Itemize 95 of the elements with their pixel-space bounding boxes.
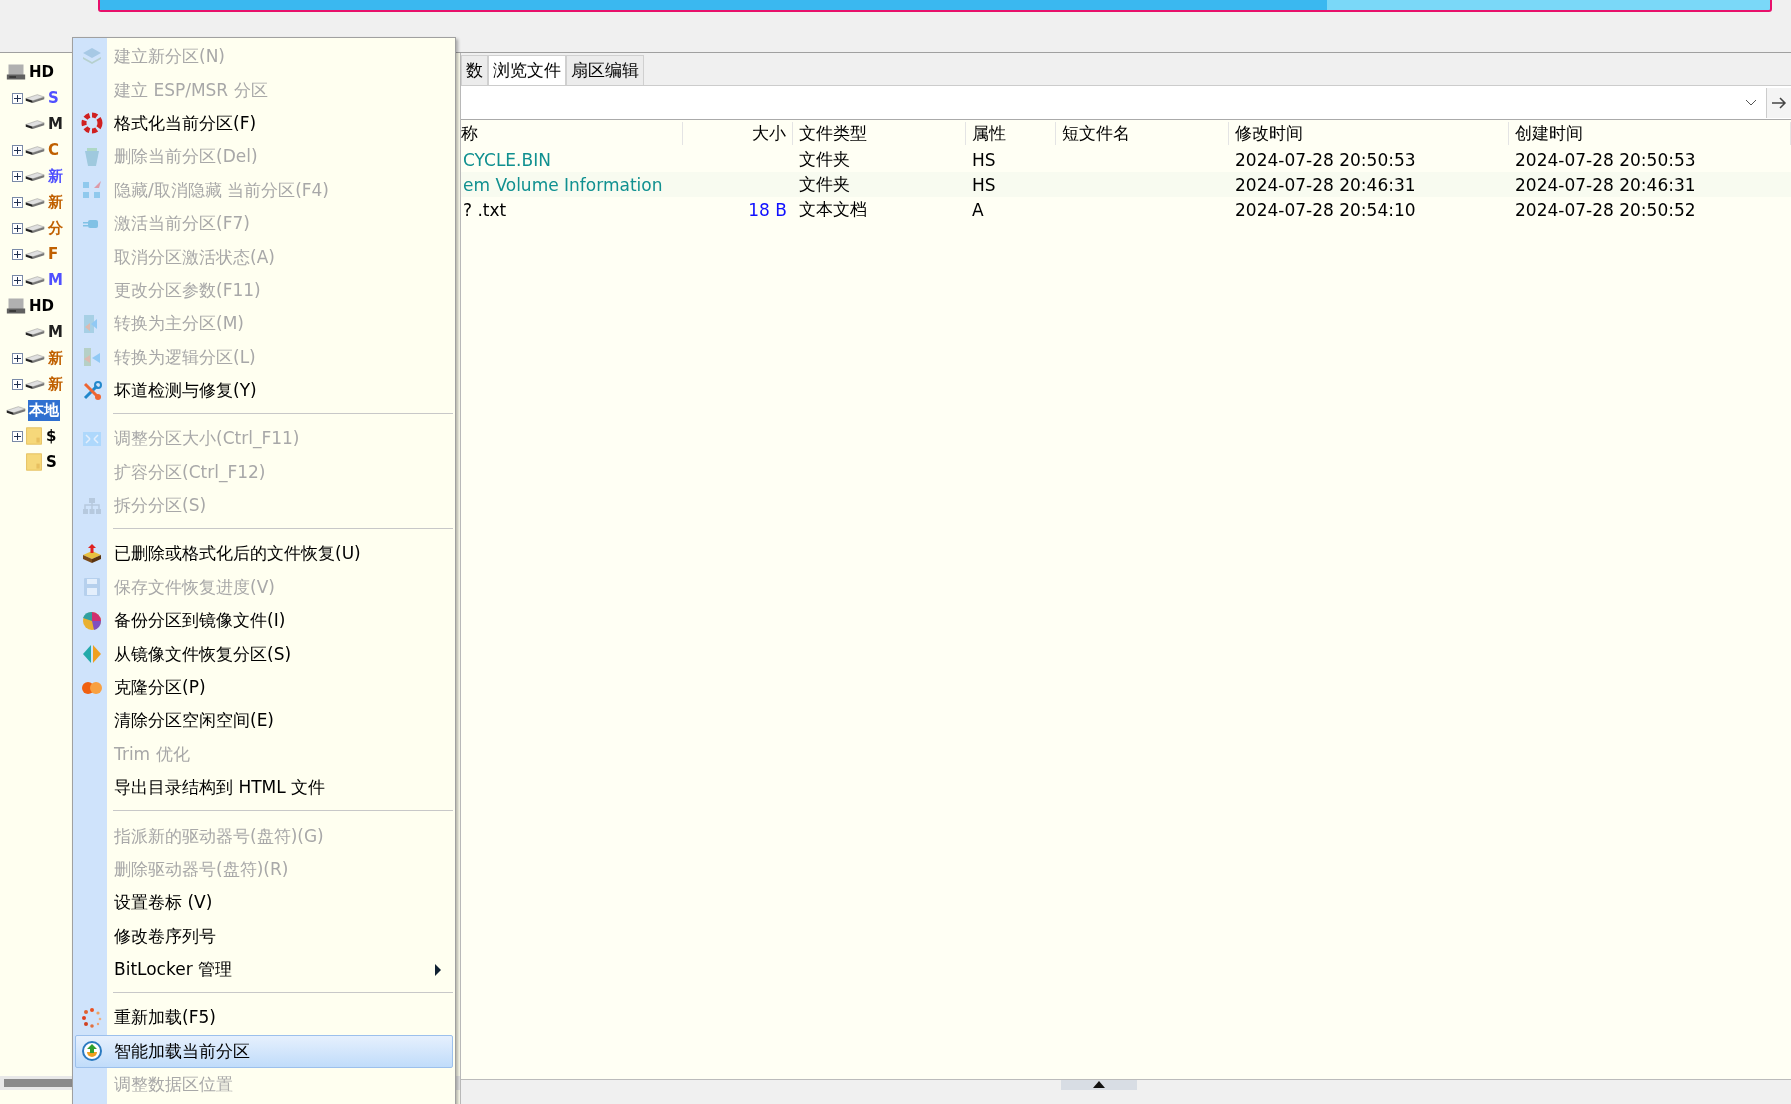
go-button[interactable] bbox=[1766, 87, 1791, 118]
load-icon bbox=[81, 1040, 103, 1063]
tree-item[interactable]: 新 bbox=[47, 347, 64, 369]
menu-item[interactable]: 导出目录结构到 HTML 文件 bbox=[75, 771, 453, 805]
column-header[interactable]: 修改时间 bbox=[1229, 122, 1509, 145]
lifebuoy-icon bbox=[81, 112, 103, 135]
table-cell-text: 文件夹 bbox=[798, 173, 851, 196]
menu-item[interactable]: 坏道检测与修复(Y) bbox=[75, 373, 453, 408]
tree-item[interactable]: M bbox=[47, 270, 64, 290]
tree-item[interactable]: 新 bbox=[47, 191, 64, 213]
expand-toggle[interactable] bbox=[12, 196, 23, 208]
tab[interactable]: 数 bbox=[461, 55, 488, 85]
column-header[interactable]: 文件类型 bbox=[793, 122, 966, 145]
drive-icon bbox=[25, 248, 45, 260]
file-name: em Volume Information bbox=[462, 174, 664, 195]
expand-toggle[interactable] bbox=[12, 378, 23, 390]
menu-item[interactable]: 设置卷标 (V) bbox=[75, 886, 453, 920]
column-header[interactable]: 大小 bbox=[683, 122, 793, 145]
drive-icon bbox=[6, 404, 26, 416]
tree-item[interactable]: HD bbox=[28, 296, 55, 316]
expand-toggle[interactable] bbox=[12, 248, 23, 260]
table-cell-text: 2024-07-28 20:46:31 bbox=[1514, 174, 1697, 195]
tree-item[interactable]: 本地 bbox=[28, 399, 60, 421]
menu-item[interactable]: 克隆分区(P) bbox=[75, 670, 453, 705]
table-cell-text: 2024-07-28 20:46:31 bbox=[1234, 174, 1417, 195]
table-cell-text: 文件夹 bbox=[798, 148, 851, 171]
menu-item[interactable]: 格式化当前分区(F) bbox=[75, 106, 453, 141]
tools-icon bbox=[81, 379, 103, 402]
drive-icon bbox=[25, 352, 45, 364]
menu-item[interactable]: 智能加载当前分区 bbox=[75, 1034, 453, 1068]
drive-icon bbox=[25, 144, 45, 156]
tree-item[interactable]: S bbox=[47, 88, 60, 108]
menu-item[interactable]: 清除分区空闲空间(E) bbox=[75, 704, 453, 738]
tree-item[interactable]: 新 bbox=[47, 165, 64, 187]
table-cell-text: 2024-07-28 20:50:53 bbox=[1234, 149, 1417, 170]
convert-icon bbox=[81, 346, 103, 369]
tree-item[interactable]: C bbox=[47, 140, 60, 160]
tree-item[interactable]: 新 bbox=[47, 373, 64, 395]
tab[interactable]: 浏览文件 bbox=[488, 55, 566, 85]
tree-item[interactable]: S bbox=[45, 452, 58, 472]
tree-item[interactable]: M bbox=[47, 322, 64, 342]
floppy-icon bbox=[81, 576, 103, 599]
menu-item[interactable]: 重新加载(F5) bbox=[75, 1001, 453, 1035]
caret-up-icon bbox=[1091, 1080, 1107, 1088]
menu-item[interactable]: 已删除或格式化后的文件恢复(U) bbox=[75, 537, 453, 571]
splitter-handle[interactable] bbox=[1061, 1080, 1137, 1090]
tree-item[interactable]: M bbox=[47, 114, 64, 134]
column-header[interactable]: 短文件名 bbox=[1056, 122, 1229, 145]
expand-toggle[interactable] bbox=[12, 170, 23, 182]
submenu-arrow-icon bbox=[434, 962, 442, 977]
expand-toggle[interactable] bbox=[12, 222, 23, 234]
menu-item[interactable]: BitLocker 管理 bbox=[75, 952, 453, 987]
menu-item[interactable]: 备份分区到镜像文件(I) bbox=[75, 604, 453, 638]
box-upload-icon bbox=[81, 542, 103, 565]
menu-item[interactable]: 修改卷序列号 bbox=[75, 919, 453, 953]
table-cell-text: 2024-07-28 20:54:10 bbox=[1234, 199, 1417, 220]
tree-item[interactable]: 分 bbox=[47, 217, 64, 239]
folder-icon bbox=[25, 425, 43, 447]
table-cell-text: HS bbox=[971, 174, 997, 195]
pie-chart-icon bbox=[81, 609, 103, 632]
column-header[interactable]: 称 bbox=[461, 122, 683, 145]
table-cell-text: 18 B bbox=[747, 199, 788, 220]
tab[interactable]: 扇区编辑 bbox=[566, 55, 644, 85]
spinner-icon bbox=[81, 1006, 103, 1029]
table-cell-text: 2024-07-28 20:50:53 bbox=[1514, 149, 1697, 170]
table-cell-text: A bbox=[971, 199, 985, 220]
table-cell-text: 2024-07-28 20:50:52 bbox=[1514, 199, 1697, 220]
chevron-down-icon[interactable] bbox=[1744, 97, 1758, 108]
tree-item[interactable]: $ bbox=[45, 426, 58, 446]
hard-disk-icon bbox=[6, 296, 26, 316]
expand-toggle[interactable] bbox=[12, 144, 23, 156]
expand-toggle[interactable] bbox=[12, 92, 23, 104]
drive-icon bbox=[25, 118, 45, 130]
tree-item[interactable]: HD bbox=[28, 62, 55, 82]
drive-icon bbox=[25, 170, 45, 182]
drive-icon bbox=[25, 222, 45, 234]
column-header[interactable]: 属性 bbox=[966, 122, 1056, 145]
table-cell-text: HS bbox=[971, 149, 997, 170]
arrow-right-icon bbox=[1771, 95, 1787, 110]
file-name: ? .txt bbox=[462, 199, 508, 220]
expand-toggle[interactable] bbox=[12, 352, 23, 364]
drive-icon bbox=[25, 196, 45, 208]
drive-icon bbox=[25, 92, 45, 104]
drive-icon bbox=[25, 378, 45, 390]
expand-toggle[interactable] bbox=[12, 430, 23, 442]
column-header[interactable]: 创建时间 bbox=[1509, 122, 1791, 145]
drive-icon bbox=[25, 326, 45, 338]
tree-item[interactable]: F bbox=[47, 244, 60, 264]
expand-toggle[interactable] bbox=[12, 274, 23, 286]
folder-icon bbox=[25, 451, 43, 473]
hard-disk-icon bbox=[6, 62, 26, 82]
table-cell-text: 文本文档 bbox=[798, 198, 868, 221]
drive-icon bbox=[25, 274, 45, 286]
file-name: CYCLE.BIN bbox=[462, 149, 552, 170]
menu-item[interactable]: 从镜像文件恢复分区(S) bbox=[75, 637, 453, 671]
